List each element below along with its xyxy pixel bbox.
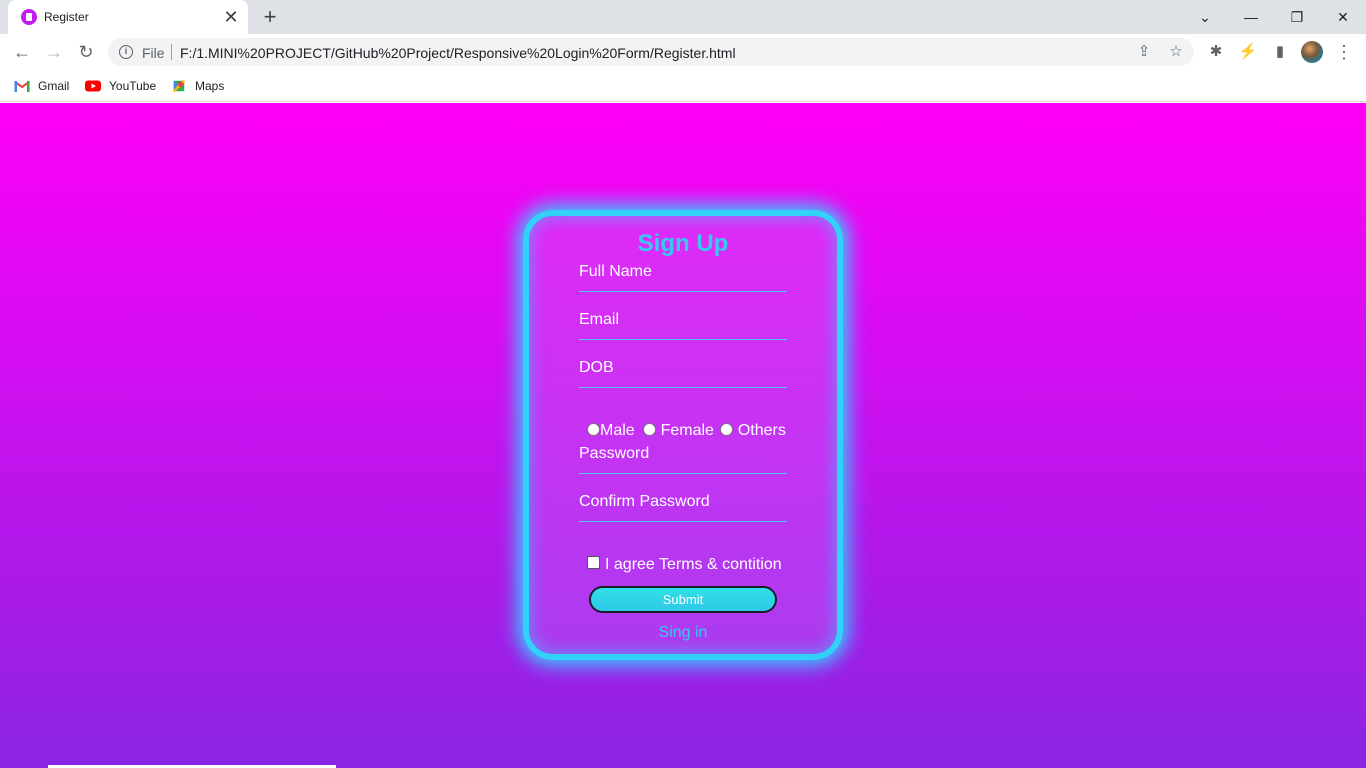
sign-in-link[interactable]: Sing in: [529, 624, 837, 642]
terms-label: I agree Terms & contition: [605, 556, 782, 573]
url-separator: [171, 44, 172, 60]
back-arrow-icon[interactable]: ←: [12, 42, 32, 62]
dob-placeholder: DOB: [579, 359, 614, 376]
dob-field[interactable]: DOB: [579, 352, 787, 388]
share-icon[interactable]: ⇪: [1135, 43, 1153, 61]
extensions-puzzle-icon[interactable]: ✱: [1206, 42, 1226, 62]
gmail-icon: [14, 81, 30, 92]
browser-toolbar: ← → ↻ i File F:/1.MINI%20PROJECT/GitHub%…: [0, 34, 1366, 70]
terms-row: I agree Terms & contition: [587, 556, 782, 576]
site-info-icon[interactable]: i: [119, 45, 133, 59]
full-name-placeholder: Full Name: [579, 263, 652, 280]
full-name-field[interactable]: Full Name: [579, 256, 787, 292]
radio-female[interactable]: [643, 423, 657, 436]
page-favicon-icon: [21, 9, 37, 25]
confirm-password-placeholder: Confirm Password: [579, 493, 710, 510]
confirm-password-field[interactable]: Confirm Password: [579, 486, 787, 522]
form-title: Sign Up: [637, 230, 729, 257]
youtube-icon: [85, 80, 101, 92]
password-placeholder: Password: [579, 445, 650, 462]
bookmark-label: Maps: [195, 79, 225, 93]
browser-menu-icon[interactable]: ⋮: [1334, 42, 1354, 62]
password-field[interactable]: Password: [579, 438, 787, 474]
radio-others[interactable]: [720, 423, 734, 436]
bookmark-label: Gmail: [38, 79, 70, 93]
terms-checkbox[interactable]: [587, 556, 600, 569]
tab-strip: Register ✕ + ⌄ — ❐ ✕: [0, 0, 1366, 34]
close-window-button[interactable]: ✕: [1331, 5, 1355, 29]
page-background: Sign Up Full Name Email DOB Male Female …: [0, 103, 1366, 768]
bookmarks-bar: Gmail YouTube Maps: [0, 70, 1366, 102]
minimize-button[interactable]: —: [1239, 5, 1263, 29]
tab-title: Register: [44, 10, 89, 24]
profile-avatar[interactable]: [1301, 41, 1323, 63]
restore-button[interactable]: ❐: [1285, 5, 1309, 29]
browser-tab-register[interactable]: Register ✕: [8, 0, 248, 34]
signup-card: Sign Up Full Name Email DOB Male Female …: [523, 210, 843, 660]
performance-icon[interactable]: ⚡: [1238, 42, 1258, 62]
email-placeholder: Email: [579, 311, 620, 328]
maps-icon: [172, 79, 186, 93]
new-tab-button[interactable]: +: [260, 6, 280, 28]
forward-arrow-icon[interactable]: →: [44, 42, 64, 62]
submit-button[interactable]: Submit: [589, 586, 777, 613]
reload-icon[interactable]: ↻: [76, 42, 96, 62]
tab-close-icon[interactable]: ✕: [222, 8, 240, 26]
bookmark-maps[interactable]: Maps: [171, 77, 231, 95]
address-bar[interactable]: i File F:/1.MINI%20PROJECT/GitHub%20Proj…: [108, 38, 1194, 66]
bookmark-gmail[interactable]: Gmail: [14, 77, 74, 95]
email-field[interactable]: Email: [579, 304, 787, 340]
bookmark-label: YouTube: [109, 79, 157, 93]
bookmark-youtube[interactable]: YouTube: [85, 77, 160, 95]
bookmark-star-icon[interactable]: ☆: [1167, 43, 1185, 61]
side-panel-icon[interactable]: ▮: [1270, 42, 1290, 62]
url-text[interactable]: F:/1.MINI%20PROJECT/GitHub%20Project/Res…: [180, 45, 736, 61]
scheme-label: File: [142, 45, 165, 61]
tab-search-icon[interactable]: ⌄: [1193, 5, 1217, 29]
radio-male[interactable]: [587, 423, 600, 436]
